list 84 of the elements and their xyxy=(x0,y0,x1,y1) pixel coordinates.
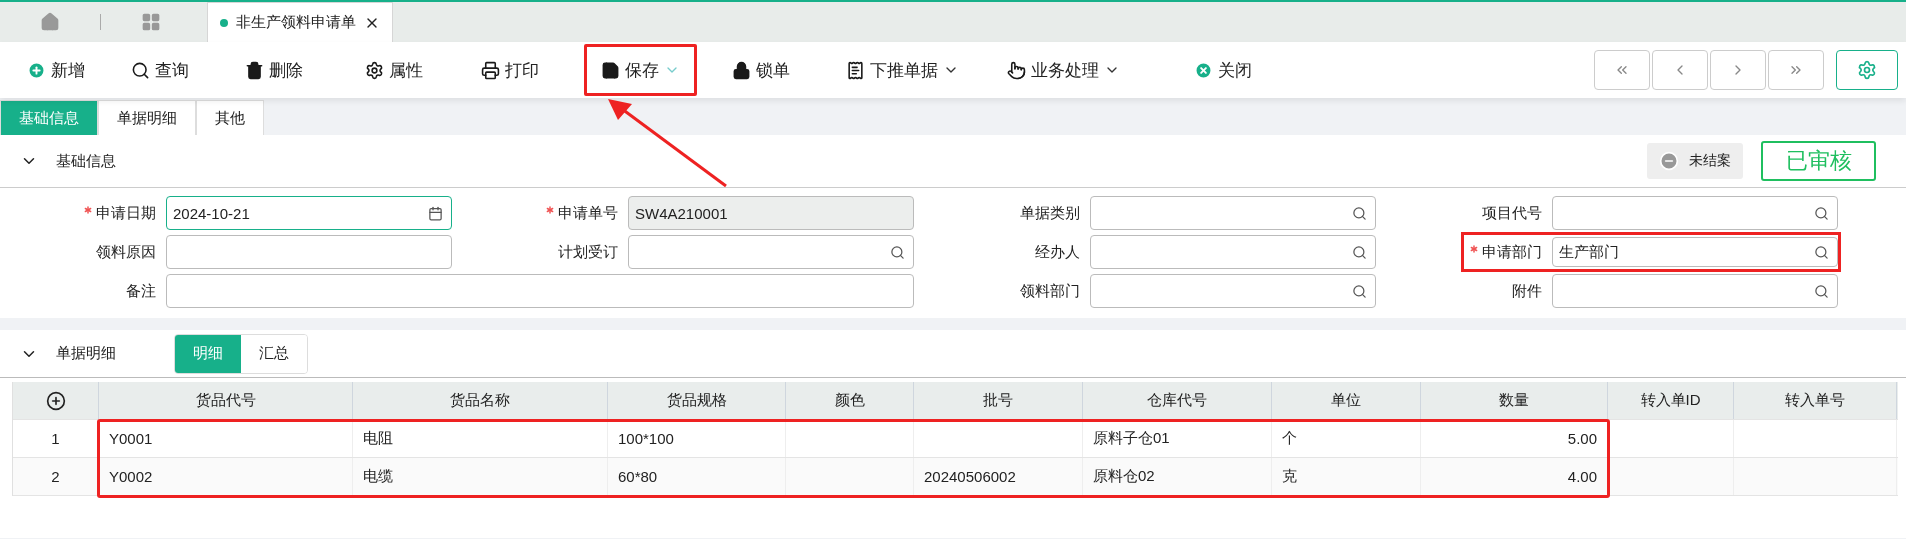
input-field[interactable] xyxy=(1552,196,1838,230)
input-field[interactable] xyxy=(166,235,452,269)
column-header: 颜色 xyxy=(786,382,914,419)
gear-icon xyxy=(365,60,384,80)
search-icon[interactable] xyxy=(1352,283,1367,299)
search-icon xyxy=(131,60,150,80)
input-field: SW4A210001 xyxy=(628,196,914,230)
section-title: 单据明细 xyxy=(56,344,116,363)
column-header: 数量 xyxy=(1421,382,1608,419)
add-row-icon[interactable] xyxy=(45,390,66,411)
table-cell: 100*100 xyxy=(608,420,786,457)
column-header: 货品名称 xyxy=(353,382,608,419)
status-dot-icon xyxy=(220,18,228,27)
search-icon[interactable] xyxy=(1352,244,1367,260)
search-icon[interactable] xyxy=(890,244,905,260)
field-label: 项目代号 xyxy=(1482,203,1542,223)
tab-label: 非生产领料申请单 xyxy=(236,13,356,32)
pointing-hand-icon xyxy=(1007,60,1026,80)
field-label: 单据类别 xyxy=(1020,203,1080,223)
grid-icon xyxy=(141,12,161,32)
calendar-icon[interactable] xyxy=(428,205,443,221)
input-field[interactable] xyxy=(1090,235,1376,269)
previous-button[interactable] xyxy=(1652,50,1708,90)
form-tab[interactable]: 单据明细 xyxy=(98,100,196,135)
settings-button[interactable] xyxy=(1836,50,1898,90)
field-label: 计划受订 xyxy=(558,242,618,262)
table-cell: 原料子仓01 xyxy=(1083,420,1272,457)
home-icon xyxy=(40,12,60,32)
table-cell: 原料仓02 xyxy=(1083,458,1272,495)
search-icon[interactable] xyxy=(1814,244,1829,260)
row-number: 1 xyxy=(13,420,99,457)
printer-icon xyxy=(481,60,500,80)
column-header: 货品规格 xyxy=(608,382,786,419)
last-button[interactable] xyxy=(1768,50,1824,90)
save-button[interactable]: 保存 xyxy=(584,44,697,96)
table-cell: 20240506002 xyxy=(914,458,1083,495)
input-field[interactable] xyxy=(1552,274,1838,308)
status-label: 未结案 xyxy=(1689,152,1731,170)
table-cell: 5.00 xyxy=(1421,420,1608,457)
next-button[interactable] xyxy=(1710,50,1766,90)
table-cell: 4.00 xyxy=(1421,458,1608,495)
field-label: 申请单号 xyxy=(558,203,618,223)
field-label: 备注 xyxy=(126,281,156,301)
column-header: 转入单号 xyxy=(1734,382,1897,419)
trash-icon xyxy=(245,60,264,80)
row-number: 2 xyxy=(13,458,99,495)
table-cell: 电缆 xyxy=(353,458,608,495)
table-cell: Y0002 xyxy=(99,458,353,495)
date-field[interactable]: 2024-10-21 xyxy=(166,196,452,230)
document-tab[interactable]: 非生产领料申请单 xyxy=(207,2,393,42)
input-field[interactable]: 生产部门 xyxy=(1552,237,1838,267)
field-label: 领料原因 xyxy=(96,242,156,262)
search-icon[interactable] xyxy=(1352,205,1367,221)
settings-icon xyxy=(1857,60,1877,80)
input-field[interactable] xyxy=(628,235,914,269)
minus-circle-icon xyxy=(1659,151,1679,171)
first-button[interactable] xyxy=(1594,50,1650,90)
field-label: 申请日期 xyxy=(96,203,156,223)
close-icon xyxy=(1194,60,1213,80)
form-tab[interactable]: 其他 xyxy=(196,100,264,135)
document-icon xyxy=(846,60,865,80)
table-cell: 60*80 xyxy=(608,458,786,495)
field-label: 附件 xyxy=(1512,281,1542,301)
field-label: 经办人 xyxy=(1035,242,1080,262)
table-cell: 个 xyxy=(1272,420,1421,457)
section-title: 基础信息 xyxy=(56,151,116,171)
table-cell: Y0001 xyxy=(99,420,353,457)
input-field[interactable] xyxy=(1090,196,1376,230)
plus-circle-icon xyxy=(27,60,46,80)
input-field[interactable] xyxy=(1090,274,1376,308)
column-header: 仓库代号 xyxy=(1083,382,1272,419)
search-icon[interactable] xyxy=(1814,205,1829,221)
table-cell: 克 xyxy=(1272,458,1421,495)
field-label: 领料部门 xyxy=(1020,281,1080,301)
approval-stamp: 已审核 xyxy=(1761,141,1876,181)
column-header: 批号 xyxy=(914,382,1083,419)
column-header: 转入单ID xyxy=(1608,382,1734,419)
column-header: 货品代号 xyxy=(99,382,353,419)
field-label: 申请部门 xyxy=(1482,242,1542,262)
search-icon[interactable] xyxy=(1814,283,1829,299)
column-header: 单位 xyxy=(1272,382,1421,419)
input-field[interactable] xyxy=(166,274,914,308)
padlock-icon xyxy=(732,60,751,80)
table-cell: 电阻 xyxy=(353,420,608,457)
